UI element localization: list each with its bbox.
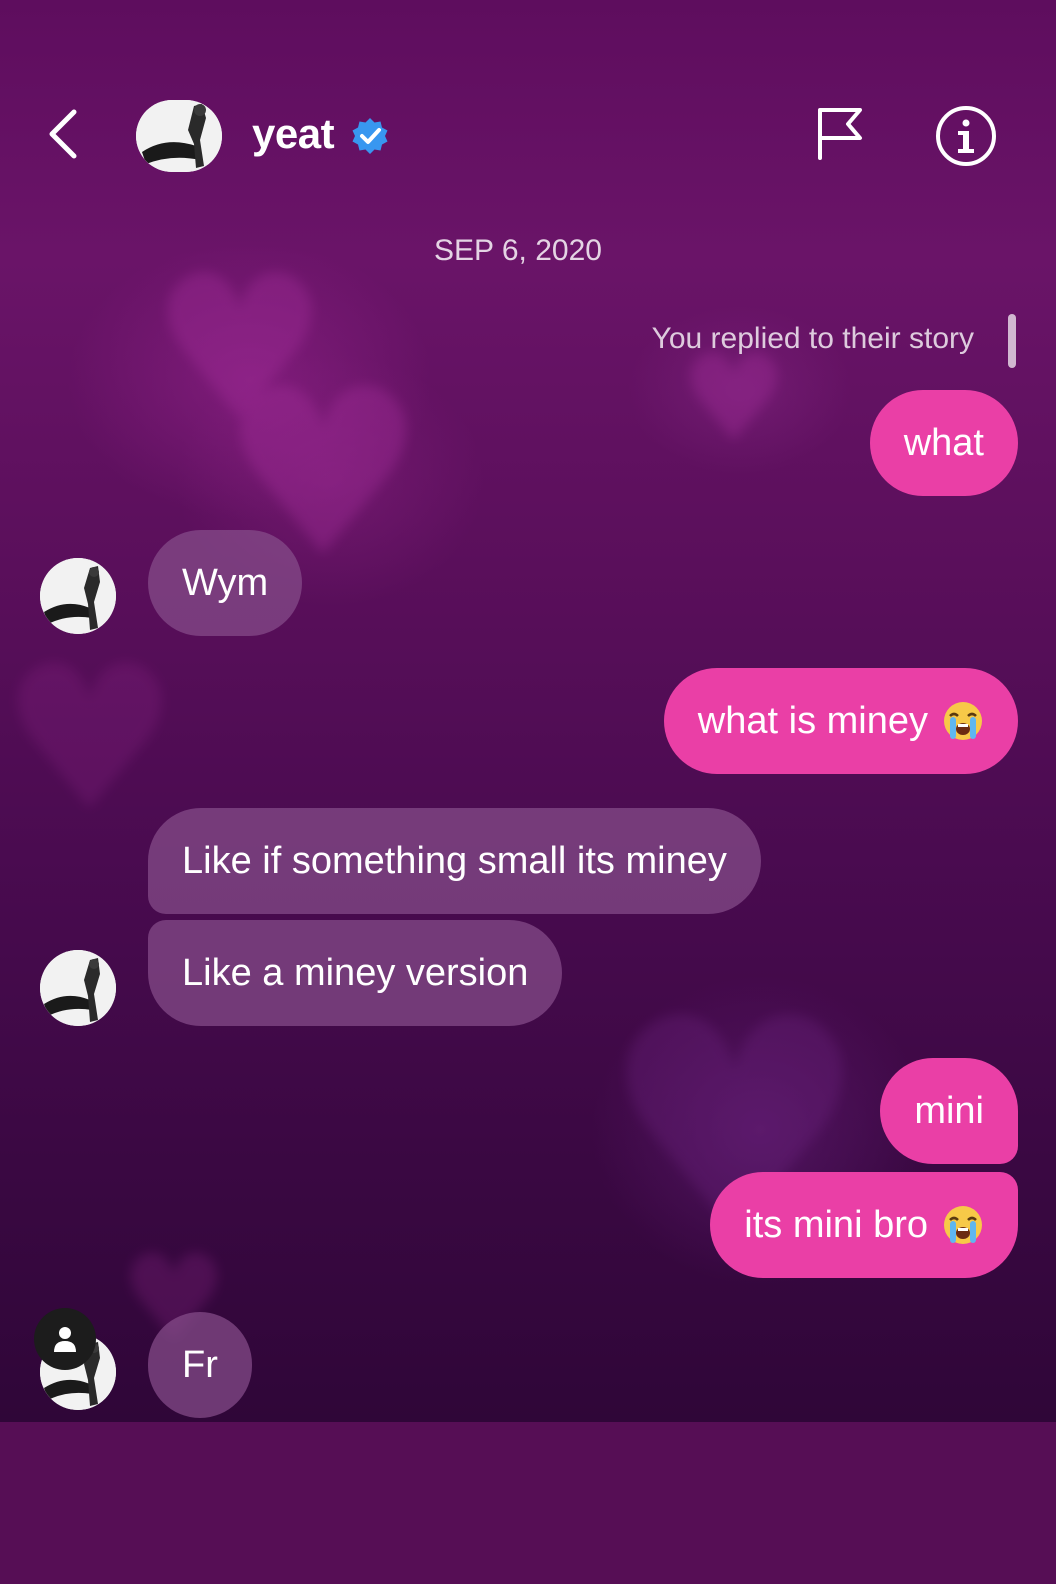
flag-icon [818, 108, 862, 160]
message-text: Like if something small its miney [182, 839, 727, 882]
chat-username[interactable]: yeat [252, 110, 335, 158]
story-reply-note: You replied to their story [651, 322, 974, 355]
sender-avatar[interactable] [40, 558, 116, 634]
verified-badge-icon [352, 118, 388, 154]
conversation-date: SEP 6, 2020 [434, 234, 602, 267]
header-avatar[interactable] [136, 100, 222, 172]
sent-message[interactable]: mini [880, 1058, 1018, 1164]
profile-photo-icon [40, 558, 116, 634]
message-text: Fr [182, 1343, 218, 1386]
received-message[interactable]: Like if something small its miney [148, 808, 761, 914]
sent-message[interactable]: what [869, 390, 1018, 496]
message-text: mini [914, 1089, 984, 1132]
message-text: what is miney [697, 699, 928, 742]
story-reply-indicator [1008, 314, 1016, 368]
sent-message[interactable]: what is miney [663, 668, 1018, 774]
message-text: what [903, 421, 984, 464]
message-text: Like a miney version [182, 951, 529, 994]
received-message[interactable]: Like a miney version [148, 920, 563, 1026]
back-button[interactable] [38, 108, 90, 160]
chevron-left-icon [49, 109, 77, 159]
background-heart-decoration: ♥ [680, 330, 788, 469]
sender-avatar[interactable] [40, 950, 116, 1026]
message-text: its mini bro [744, 1203, 928, 1246]
loudly-crying-face-icon [942, 700, 984, 742]
person-icon [54, 1327, 76, 1352]
received-message[interactable]: Fr [148, 1312, 252, 1418]
message-text: Wym [182, 561, 269, 604]
seen-indicator [34, 1308, 96, 1370]
chat-screen: ♥ ♥ ♥ ♥ ♥ ♥ yeat SEP 6, 2020 You replied… [0, 0, 1056, 1422]
info-button[interactable] [934, 104, 998, 168]
background-heart-decoration: ♥ [0, 623, 180, 856]
profile-photo-icon [136, 100, 222, 172]
info-icon [936, 106, 996, 166]
profile-photo-icon [40, 950, 116, 1026]
sent-message[interactable]: its mini bro [710, 1172, 1018, 1278]
loudly-crying-face-icon [942, 1204, 984, 1246]
report-button[interactable] [812, 104, 868, 160]
received-message[interactable]: Wym [148, 530, 303, 636]
